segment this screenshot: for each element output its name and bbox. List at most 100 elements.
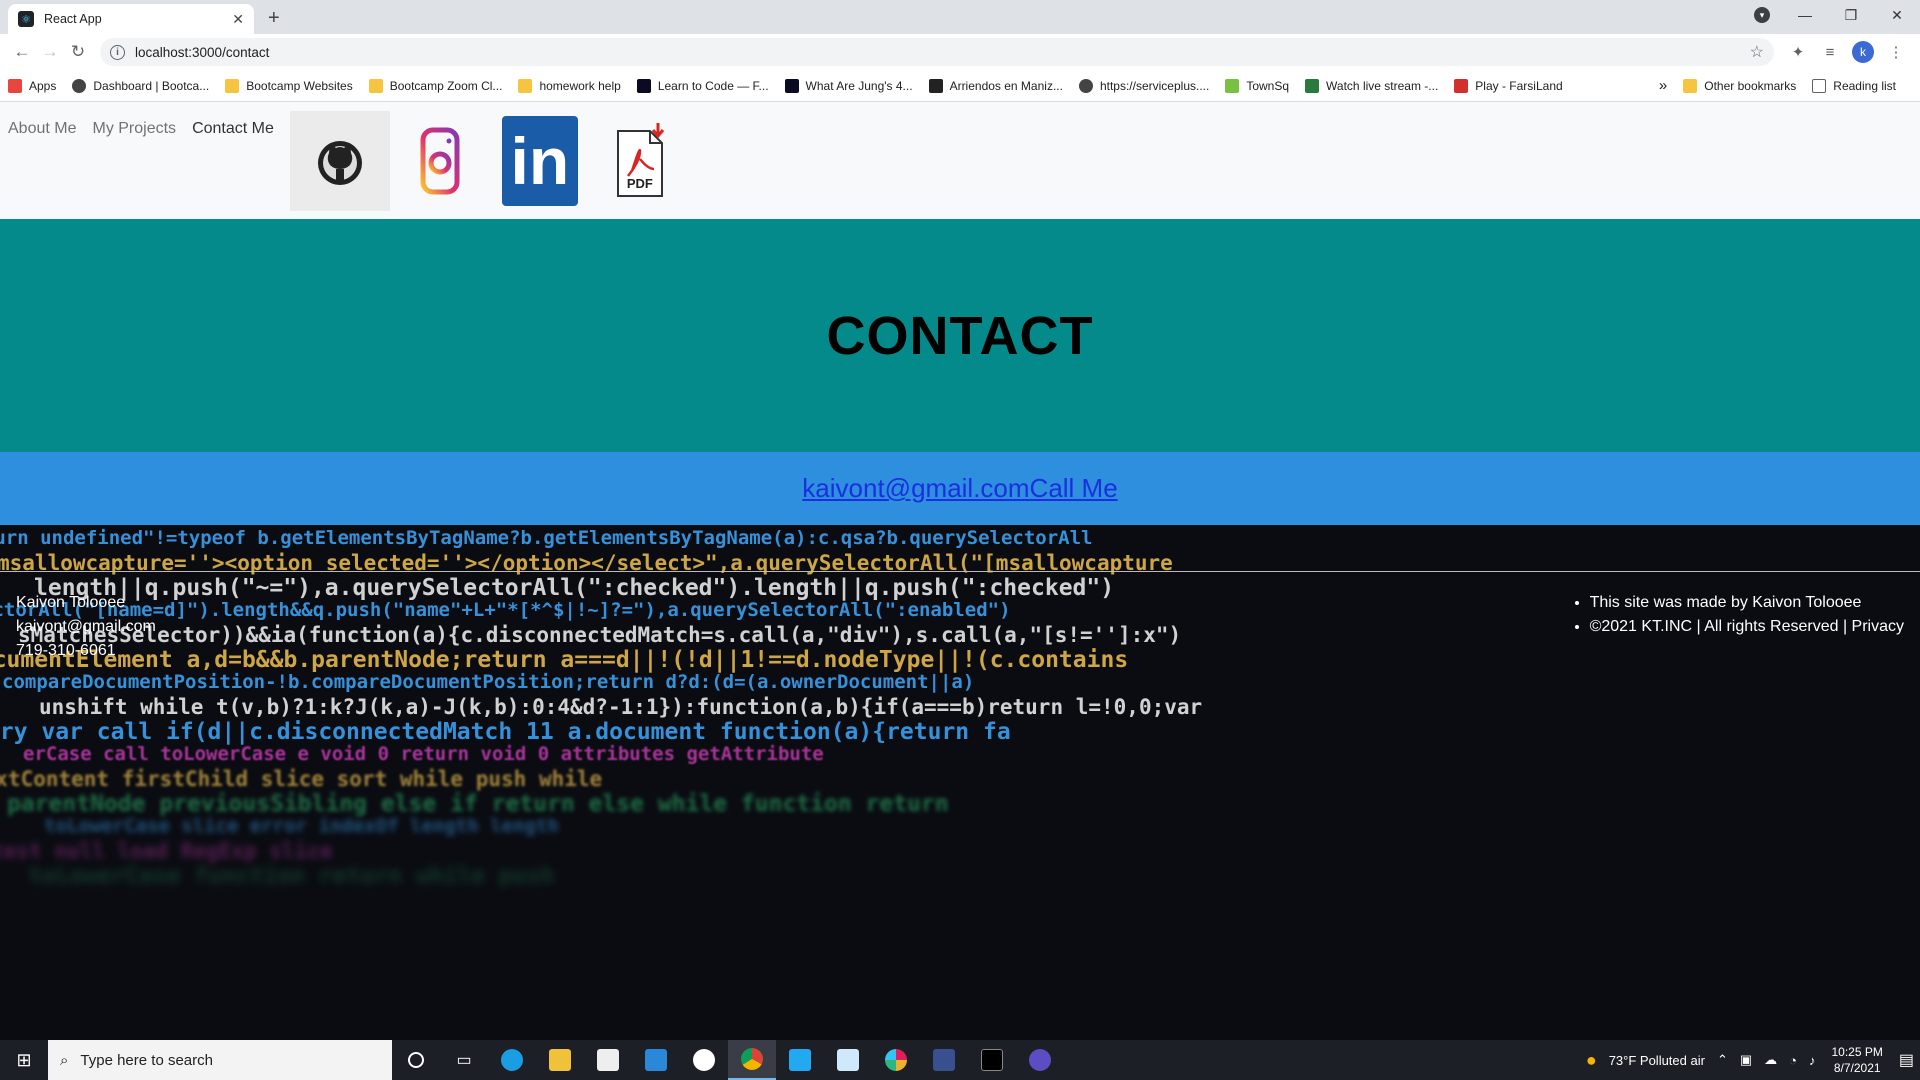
device-icon[interactable]: ▣ xyxy=(1740,1052,1752,1068)
bookmark-label: homework help xyxy=(539,78,621,93)
cortana-icon[interactable] xyxy=(392,1040,440,1080)
bookmark-item[interactable]: Watch live stream -... xyxy=(1305,78,1438,93)
bookmark-label: Apps xyxy=(29,78,57,93)
weather-text[interactable]: 73°F Polluted air xyxy=(1609,1053,1705,1068)
bookmark-label: TownSq xyxy=(1246,78,1290,93)
notepad-icon[interactable] xyxy=(824,1040,872,1080)
bookmark-item[interactable]: https://serviceplus.... xyxy=(1078,78,1209,93)
windows-start-icon[interactable]: ⊞ xyxy=(0,1050,48,1071)
bookmark-item[interactable]: Bootcamp Websites xyxy=(225,78,353,93)
task-view-icon[interactable]: ▭ xyxy=(440,1040,488,1080)
nav-contact-me[interactable]: Contact Me xyxy=(192,120,274,138)
eclipse-icon[interactable] xyxy=(1016,1040,1064,1080)
code-text-decoration: return undefined"!=typeof b.getElementsB… xyxy=(0,527,1093,549)
minimize-icon[interactable]: — xyxy=(1782,7,1828,23)
tab-title: React App xyxy=(44,12,102,26)
search-icon: ⌕ xyxy=(60,1051,69,1069)
notifications-icon[interactable]: ▤ xyxy=(1899,1050,1914,1070)
code-text-decoration: unshift while t(v,b)?1:k?J(k,a)-J(k,b):0… xyxy=(39,695,1203,719)
bookmark-item[interactable]: Learn to Code — F... xyxy=(636,78,769,93)
browser-tab[interactable]: ⚛ React App ✕ xyxy=(8,4,254,34)
new-tab-button[interactable]: + xyxy=(268,7,280,30)
nav-my-projects[interactable]: My Projects xyxy=(92,120,176,138)
code-text-decoration: documentElement a,d=b&&b.parentNode;retu… xyxy=(0,647,1129,673)
url-text: localhost:3000/contact xyxy=(135,44,270,60)
system-tray: ● 73°F Polluted air ⌃ ▣ ☁ ◔ ♪ 10:25 PM 8… xyxy=(1580,1044,1920,1076)
store-icon[interactable] xyxy=(584,1040,632,1080)
folder-icon xyxy=(368,78,383,93)
contact-links: kaivont@gmail.com Call Me xyxy=(0,452,1920,525)
code-text-decoration: sMatchesSelector))&&ia(function(a){c.dis… xyxy=(18,623,1182,647)
site-info-icon[interactable]: i xyxy=(110,44,125,60)
reading-list-icon[interactable]: ≡ xyxy=(1814,44,1846,61)
clock[interactable]: 10:25 PM 8/7/2021 xyxy=(1832,1044,1883,1076)
bookmark-item[interactable]: TownSq xyxy=(1225,78,1290,93)
linkedin-icon[interactable]: in xyxy=(490,111,590,211)
github-icon[interactable] xyxy=(289,111,390,211)
bookmark-item[interactable]: What Are Jung's 4... xyxy=(784,78,913,93)
bookmark-item[interactable]: homework help xyxy=(518,78,621,93)
pdf-label: PDF xyxy=(626,175,653,191)
social-links: in PDF xyxy=(289,102,690,211)
edge-icon[interactable] xyxy=(488,1040,536,1080)
pdf-resume-icon[interactable]: PDF xyxy=(590,111,690,211)
file-explorer-icon[interactable] xyxy=(536,1040,584,1080)
code-text-decoration: erCase call toLowerCase e void 0 return … xyxy=(23,743,824,765)
bookmark-star-icon[interactable]: ☆ xyxy=(1750,42,1764,62)
tr-icon xyxy=(1305,78,1320,93)
volume-icon[interactable]: ♪ xyxy=(1809,1053,1816,1068)
footer-copyright: ©2021 KT.INC | All rights Reserved | Pri… xyxy=(1590,615,1904,639)
code-text-decoration: try var call if(d||c.disconnectedMatch 1… xyxy=(0,719,1011,745)
taskbar-search-box[interactable]: ⌕ Type here to search xyxy=(48,1040,392,1080)
dell-icon[interactable] xyxy=(680,1040,728,1080)
bookmark-label: Bootcamp Zoom Cl... xyxy=(389,78,503,93)
reload-icon[interactable]: ↻ xyxy=(64,42,92,62)
onedrive-icon[interactable]: ☁ xyxy=(1764,1052,1777,1068)
profile-avatar[interactable]: k xyxy=(1852,41,1874,63)
weather-icon[interactable]: ● xyxy=(1586,1050,1597,1071)
bookmarks-bar: Apps Dashboard | Bootca... Bootcamp Websit… xyxy=(0,70,1920,102)
bookmarks-overflow-button[interactable]: » xyxy=(1659,77,1667,94)
bookmark-label: Learn to Code — F... xyxy=(657,78,769,93)
bookmark-item[interactable]: Dashboard | Bootca... xyxy=(72,78,209,93)
code-text-decoration: parentNode previousSibling else if retur… xyxy=(7,791,949,817)
bookmark-item[interactable]: Bootcamp Zoom Cl... xyxy=(368,78,503,93)
address-bar[interactable]: i localhost:3000/contact ☆ xyxy=(100,38,1774,66)
mail-icon[interactable] xyxy=(632,1040,680,1080)
close-window-icon[interactable]: ✕ xyxy=(1874,7,1920,24)
bookmark-label: What Are Jung's 4... xyxy=(805,78,913,93)
nav-about-me[interactable]: About Me xyxy=(8,120,76,138)
tab-search-icon[interactable]: ▾ xyxy=(1754,7,1770,23)
folder-icon xyxy=(1683,78,1698,93)
show-hidden-icons-icon[interactable]: ⌃ xyxy=(1717,1052,1728,1068)
chrome-icon[interactable] xyxy=(728,1040,776,1080)
reading-list[interactable]: Reading list xyxy=(1812,78,1896,93)
clock-time: 10:25 PM xyxy=(1831,1045,1883,1059)
wifi-icon[interactable]: ◔ xyxy=(1789,1053,1797,1068)
footer-made-by: This site was made by Kaivon Tolooee xyxy=(1590,591,1904,615)
window-controls: — ❐ ✕ xyxy=(1782,0,1920,30)
bookmark-item[interactable]: Arriendos en Maniz... xyxy=(928,78,1063,93)
taskbar-search-placeholder: Type here to search xyxy=(80,1051,213,1069)
bookmark-item[interactable]: Play - FarsiLand xyxy=(1454,78,1563,93)
vscode-icon[interactable] xyxy=(776,1040,824,1080)
code-text-decoration: compareDocumentPosition-!b.compareDocume… xyxy=(2,671,975,693)
email-link[interactable]: kaivont@gmail.com xyxy=(802,473,1029,504)
code-text-decoration: test null load RegExp slice xyxy=(0,839,333,863)
close-tab-icon[interactable]: ✕ xyxy=(232,11,244,28)
forward-icon[interactable]: → xyxy=(36,42,64,62)
extensions-icon[interactable]: ✦ xyxy=(1782,43,1814,61)
slack-icon[interactable] xyxy=(872,1040,920,1080)
other-bookmarks[interactable]: Other bookmarks xyxy=(1683,78,1797,93)
menu-icon[interactable]: ⋮ xyxy=(1880,43,1912,61)
instagram-icon[interactable] xyxy=(390,111,490,211)
bookmark-label: Bootcamp Websites xyxy=(246,78,353,93)
bookmark-item[interactable]: Apps xyxy=(8,78,57,93)
visual-studio-icon[interactable] xyxy=(920,1040,968,1080)
footer-divider xyxy=(0,571,1920,572)
terminal-icon[interactable] xyxy=(968,1040,1016,1080)
back-icon[interactable]: ← xyxy=(8,42,36,62)
restore-icon[interactable]: ❐ xyxy=(1828,7,1874,24)
other-bookmarks-label: Other bookmarks xyxy=(1704,78,1797,93)
call-me-link[interactable]: Call Me xyxy=(1030,473,1118,504)
